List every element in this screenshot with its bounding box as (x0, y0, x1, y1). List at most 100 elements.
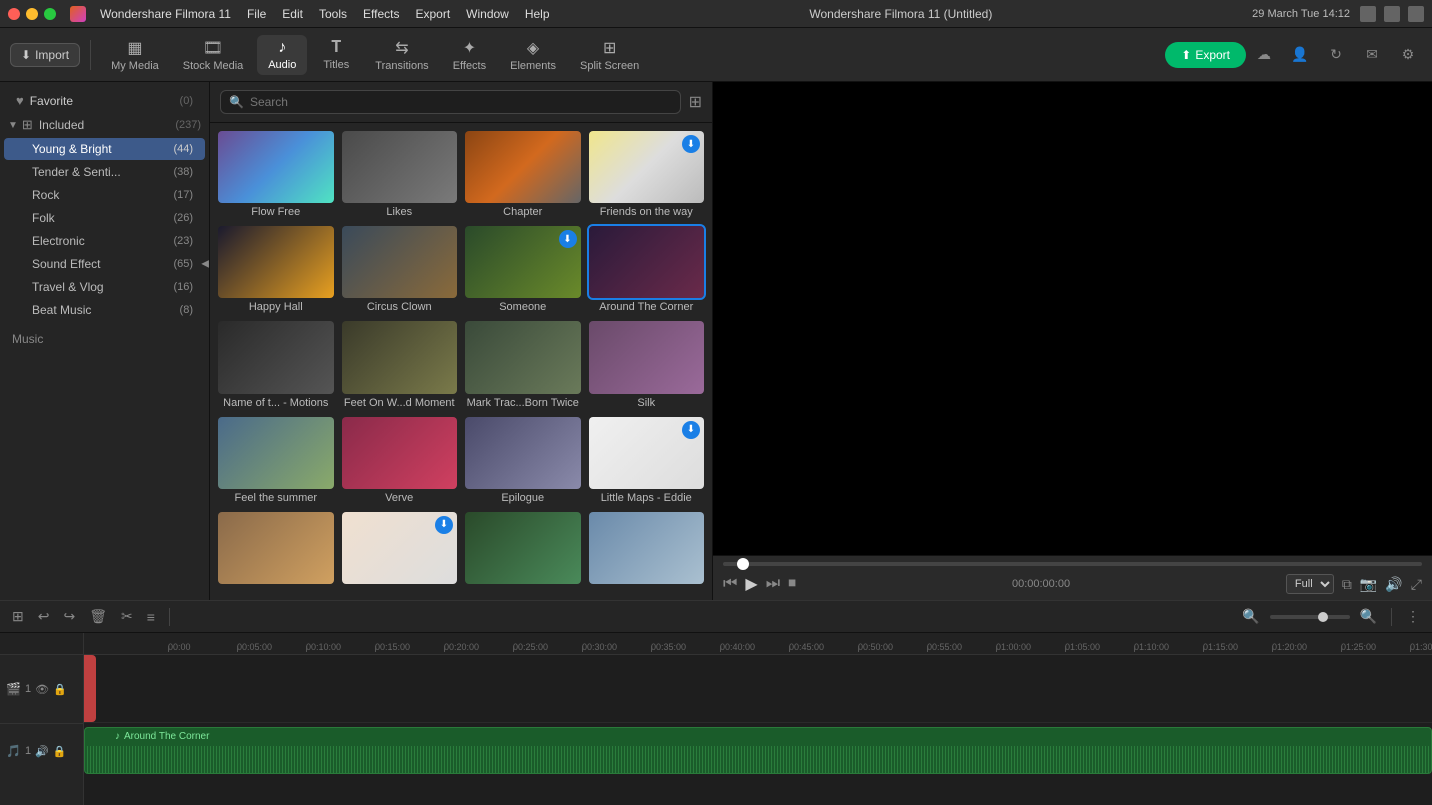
media-item-happy-hall[interactable]: Happy Hall (218, 226, 334, 313)
track-lock-icon[interactable]: 🔒 (53, 683, 67, 696)
sidebar-category-tender[interactable]: Tender & Senti... (38) (4, 161, 205, 183)
preview-progress-bar[interactable] (723, 562, 1422, 566)
elements-icon: ◈ (527, 38, 539, 58)
label-feel-summer: Feel the summer (218, 492, 334, 504)
account-icon[interactable]: 👤 (1286, 41, 1314, 69)
menu-effects[interactable]: Effects (363, 7, 399, 21)
media-item-around-corner[interactable]: Around The Corner (589, 226, 705, 313)
media-item-chapter[interactable]: Chapter (465, 131, 581, 218)
toolbar-stock-media[interactable]: 🎞 Stock Media (173, 34, 254, 76)
add-track-icon[interactable]: ⊞ (8, 606, 28, 627)
sidebar-category-folk[interactable]: Folk (26) (4, 207, 205, 229)
maximize-button[interactable] (44, 8, 56, 20)
media-item-name-child[interactable]: Name of t... - Motions (218, 321, 334, 408)
label-flow-free: Flow Free (218, 206, 334, 218)
menu-window[interactable]: Window (466, 7, 509, 21)
media-item-friends[interactable]: ⬇Friends on the way (589, 131, 705, 218)
sidebar-item-favorite[interactable]: ♥ Favorite (0) (4, 89, 205, 112)
thumb-likes (342, 131, 458, 203)
ruler-mark: 00:45:00 (789, 642, 858, 652)
ruler-mark: 01:00:00 (996, 642, 1065, 652)
sidebar-category-electronic[interactable]: Electronic (23) (4, 230, 205, 252)
search-input[interactable] (250, 95, 672, 109)
menu-filmora[interactable]: Wondershare Filmora 11 (100, 7, 231, 21)
toolbar-transitions[interactable]: ⇆ Transitions (365, 34, 438, 76)
media-item-epilogue[interactable]: Epilogue (465, 417, 581, 504)
media-item-mark-trac[interactable]: Mark Trac...Born Twice (465, 321, 581, 408)
quality-select[interactable]: Full 1/2 1/4 (1286, 574, 1334, 594)
refresh-icon[interactable]: ↻ (1322, 41, 1350, 69)
audio-clip[interactable]: ♪ Around The Corner (84, 727, 1432, 774)
media-item-verve[interactable]: Verve (342, 417, 458, 504)
zoom-in-icon[interactable]: 🔍 (1356, 606, 1381, 627)
menu-tools[interactable]: Tools (319, 7, 347, 21)
undo-icon[interactable]: ↩ (34, 606, 54, 627)
screenshot-icon[interactable]: 📷 (1360, 576, 1377, 593)
media-item-row5b[interactable]: ⬇ (342, 512, 458, 587)
snap-icon[interactable]: ⋮ (1402, 606, 1424, 627)
volume-icon[interactable]: 🔊 (1385, 576, 1402, 593)
pip-icon[interactable]: ⧉ (1342, 576, 1352, 593)
media-item-row5d[interactable] (589, 512, 705, 587)
thumb-row5a (218, 512, 334, 584)
thumb-circus-clown (342, 226, 458, 298)
menu-export[interactable]: Export (415, 7, 450, 21)
search-icon: 🔍 (229, 95, 244, 109)
sound-effect-label: Sound Effect (32, 257, 173, 271)
sidebar-music[interactable]: Music (0, 328, 209, 350)
mail-icon[interactable]: ✉ (1358, 41, 1386, 69)
clip-audio-icon: ♪ (115, 731, 120, 742)
close-button[interactable] (8, 8, 20, 20)
fast-forward-icon[interactable]: ⏭ (766, 575, 780, 593)
sidebar-category-young-bright[interactable]: Young & Bright (44) (4, 138, 205, 160)
sidebar-category-rock[interactable]: Rock (17) (4, 184, 205, 206)
fullscreen-icon[interactable]: ⤢ (1411, 576, 1422, 593)
toolbar-audio[interactable]: ♪ Audio (257, 35, 307, 75)
sidebar-category-beat-music[interactable]: Beat Music (8) (4, 299, 205, 321)
menu-edit[interactable]: Edit (282, 7, 303, 21)
media-item-row5a[interactable] (218, 512, 334, 587)
media-item-feet-water[interactable]: Feet On W...d Moment (342, 321, 458, 408)
export-button[interactable]: ⬆ Export (1165, 42, 1246, 68)
menu-help[interactable]: Help (525, 7, 550, 21)
cut-icon[interactable]: ✂ (117, 606, 137, 627)
stop-icon[interactable]: ⏹ (788, 575, 796, 593)
sidebar-category-travel-vlog[interactable]: Travel & Vlog (16) (4, 276, 205, 298)
rewind-icon[interactable]: ⏮ (723, 575, 737, 593)
toolbar-split-screen[interactable]: ⊞ Split Screen (570, 34, 649, 76)
track-speaker-icon[interactable]: 🔊 (35, 745, 49, 758)
media-item-feel-summer[interactable]: Feel the summer (218, 417, 334, 504)
track-eye-icon[interactable]: 👁 (35, 683, 49, 696)
menu-file[interactable]: File (247, 7, 266, 21)
media-item-likes[interactable]: Likes (342, 131, 458, 218)
minimize-button[interactable] (26, 8, 38, 20)
media-item-someone[interactable]: ⬇Someone (465, 226, 581, 313)
toolbar-my-media[interactable]: ▦ My Media (101, 34, 169, 76)
sidebar-item-included-parent[interactable]: ▼ ⊞ Included (237) (0, 113, 209, 137)
list-icon[interactable]: ≡ (143, 607, 159, 627)
tender-count: (38) (173, 166, 193, 178)
zoom-slider[interactable] (1270, 615, 1350, 619)
cloud-icon[interactable]: ☁ (1250, 41, 1278, 69)
timeline: ⊞ ↩ ↪ 🗑 ✂ ≡ 🔍 🔍 ⋮ 🎬 1 👁 🔒 (0, 600, 1432, 805)
media-item-little-maps[interactable]: ⬇Little Maps - Eddie (589, 417, 705, 504)
zoom-handle[interactable] (1318, 612, 1328, 622)
toolbar-elements[interactable]: ◈ Elements (500, 34, 566, 76)
media-item-silk[interactable]: Silk (589, 321, 705, 408)
redo-icon[interactable]: ↪ (59, 606, 79, 627)
thumb-row5c (465, 512, 581, 584)
toolbar-titles[interactable]: 𝐓 Titles (311, 35, 361, 75)
settings-icon[interactable]: ⚙ (1394, 41, 1422, 69)
media-item-row5c[interactable] (465, 512, 581, 587)
import-button[interactable]: ⬇ Import (10, 43, 80, 67)
media-item-flow-free[interactable]: Flow Free (218, 131, 334, 218)
track-lock2-icon[interactable]: 🔒 (53, 745, 67, 758)
grid-toggle-icon[interactable]: ⊞ (689, 92, 702, 112)
media-item-circus-clown[interactable]: Circus Clown (342, 226, 458, 313)
zoom-out-icon[interactable]: 🔍 (1238, 606, 1263, 627)
delete-icon[interactable]: 🗑 (85, 606, 111, 627)
play-icon[interactable]: ▶ (745, 574, 757, 594)
progress-handle[interactable] (737, 558, 749, 570)
sidebar-category-sound-effect[interactable]: Sound Effect (65) ◀ (4, 253, 205, 275)
toolbar-effects[interactable]: ✦ Effects (443, 34, 496, 76)
